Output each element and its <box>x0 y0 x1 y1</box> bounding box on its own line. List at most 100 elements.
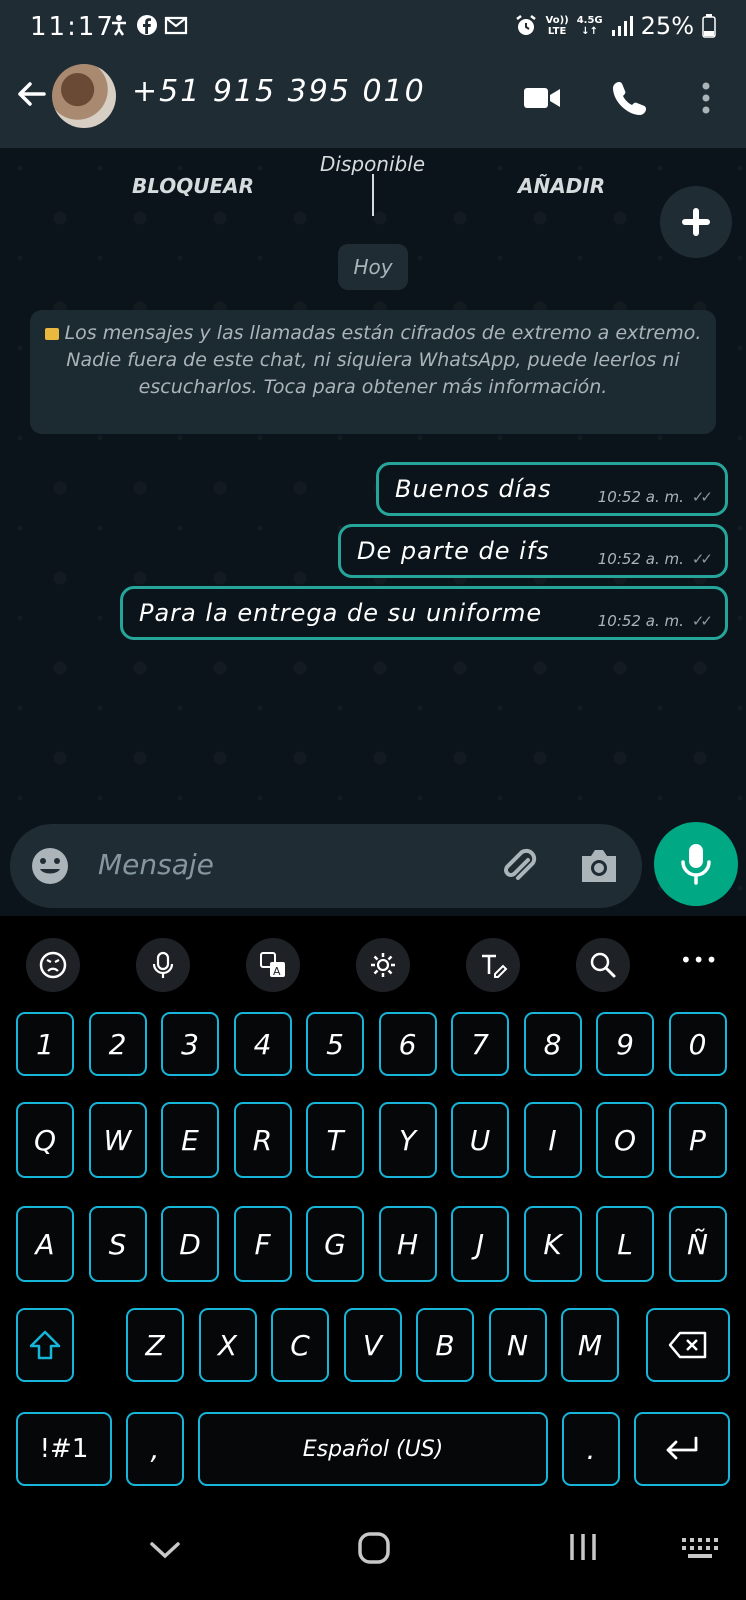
key-n[interactable]: N <box>488 1308 547 1382</box>
block-button[interactable]: BLOQUEAR <box>132 174 254 198</box>
settings-key[interactable] <box>356 938 410 992</box>
avatar[interactable] <box>52 64 116 128</box>
key-v[interactable]: V <box>343 1308 402 1382</box>
key-j[interactable]: J <box>451 1206 509 1282</box>
home-icon[interactable] <box>356 1530 392 1566</box>
read-ticks-icon: ✓✓ <box>691 488 713 506</box>
navigation-bar <box>0 1516 746 1600</box>
contact-status: Disponible <box>320 152 426 176</box>
message-time: 10:52 a. m. <box>597 488 684 506</box>
key-l[interactable]: L <box>596 1206 654 1282</box>
add-plus-icon[interactable] <box>660 186 732 258</box>
more-options-icon[interactable] <box>686 78 726 118</box>
key-r[interactable]: R <box>233 1102 292 1178</box>
attach-icon[interactable] <box>498 846 540 888</box>
key-q[interactable]: Q <box>16 1102 74 1178</box>
message-bubble[interactable]: Para la entrega de su uniforme 10:52 a. … <box>120 586 728 640</box>
read-ticks-icon: ✓✓ <box>691 550 713 568</box>
emoji-icon[interactable] <box>30 846 70 886</box>
video-call-icon[interactable] <box>522 78 562 118</box>
key-5[interactable]: 5 <box>306 1012 364 1076</box>
period-key[interactable]: . <box>562 1412 620 1486</box>
accessibility-icon <box>112 15 126 36</box>
key-o[interactable]: O <box>596 1102 654 1178</box>
translate-icon: A <box>260 952 285 978</box>
camera-icon[interactable] <box>578 846 620 886</box>
key-6[interactable]: 6 <box>378 1012 437 1076</box>
key-d[interactable]: D <box>161 1206 219 1282</box>
space-bar[interactable]: Español (US) <box>198 1412 548 1486</box>
key-k[interactable]: K <box>523 1206 582 1282</box>
key-8[interactable]: 8 <box>523 1012 582 1076</box>
battery-icon <box>702 14 716 38</box>
recent-apps-icon[interactable] <box>566 1530 600 1564</box>
text-pen-icon <box>482 954 508 978</box>
enter-key[interactable] <box>634 1412 730 1486</box>
key-0[interactable]: 0 <box>668 1012 727 1076</box>
handwriting-key[interactable] <box>466 938 520 992</box>
key-y[interactable]: Y <box>378 1102 437 1178</box>
enter-arrow-icon <box>666 1436 698 1460</box>
shift-key[interactable] <box>16 1308 74 1382</box>
key-e[interactable]: E <box>161 1102 219 1178</box>
contact-name[interactable]: +51 915 395 010 <box>132 74 426 109</box>
key-i[interactable]: I <box>523 1102 582 1178</box>
voice-message-button[interactable] <box>654 822 738 906</box>
message-time: 10:52 a. m. <box>597 550 684 568</box>
keyboard-toggle-icon[interactable] <box>680 1536 720 1562</box>
banner-divider <box>372 174 374 216</box>
more-toolbar-icon[interactable]: ••• <box>680 948 718 972</box>
chat-header: +51 915 395 010 <box>0 56 746 148</box>
key-ñ[interactable]: Ñ <box>668 1206 727 1282</box>
translate-key[interactable]: A <box>246 938 300 992</box>
encryption-notice[interactable]: Los mensajes y las llamadas están cifrad… <box>30 310 716 434</box>
chat-area[interactable]: Disponible BLOQUEAR AÑADIR Hoy Los mensa… <box>0 148 746 916</box>
symbols-key[interactable]: !#1 <box>16 1412 112 1486</box>
key-3[interactable]: 3 <box>161 1012 219 1076</box>
key-f[interactable]: F <box>233 1206 292 1282</box>
key-1[interactable]: 1 <box>16 1012 74 1076</box>
key-a[interactable]: A <box>16 1206 74 1282</box>
key-w[interactable]: W <box>88 1102 147 1178</box>
voice-input-key[interactable] <box>136 938 190 992</box>
key-b[interactable]: B <box>416 1308 474 1382</box>
search-key[interactable] <box>576 938 630 992</box>
back-arrow-icon[interactable] <box>14 76 50 112</box>
key-7[interactable]: 7 <box>451 1012 509 1076</box>
key-2[interactable]: 2 <box>88 1012 147 1076</box>
key-p[interactable]: P <box>668 1102 727 1178</box>
key-s[interactable]: S <box>88 1206 147 1282</box>
voice-call-icon[interactable] <box>610 78 650 118</box>
key-g[interactable]: G <box>306 1206 364 1282</box>
comma-key[interactable]: , <box>126 1412 184 1486</box>
angry-face-icon <box>39 951 67 979</box>
key-t[interactable]: T <box>306 1102 364 1178</box>
key-c[interactable]: C <box>271 1308 329 1382</box>
emoji-key[interactable] <box>26 938 80 992</box>
add-contact-button[interactable]: AÑADIR <box>518 174 605 198</box>
lock-icon <box>44 328 59 340</box>
message-input[interactable]: Mensaje <box>10 824 642 908</box>
encryption-notice-text: Los mensajes y las llamadas están cifrad… <box>64 322 702 398</box>
key-z[interactable]: Z <box>126 1308 184 1382</box>
battery-percent: 25% <box>640 12 694 40</box>
network-type-indicator: 4.5G ↓↑ <box>576 15 603 37</box>
key-4[interactable]: 4 <box>233 1012 292 1076</box>
backspace-key[interactable] <box>646 1308 730 1382</box>
key-h[interactable]: H <box>378 1206 437 1282</box>
signal-icon <box>611 16 633 36</box>
gmail-icon <box>164 16 188 35</box>
backspace-icon <box>668 1331 707 1359</box>
key-9[interactable]: 9 <box>596 1012 654 1076</box>
message-placeholder: Mensaje <box>98 848 214 881</box>
message-text: Para la entrega de su uniforme <box>139 599 543 627</box>
message-bubble[interactable]: De parte de ifs 10:52 a. m. ✓✓ <box>338 524 728 578</box>
message-bubble[interactable]: Buenos días 10:52 a. m. ✓✓ <box>376 462 728 516</box>
key-x[interactable]: X <box>198 1308 257 1382</box>
read-ticks-icon: ✓✓ <box>691 612 713 630</box>
gear-icon <box>371 953 395 977</box>
chevron-down-icon[interactable] <box>148 1538 182 1562</box>
key-m[interactable]: M <box>561 1308 619 1382</box>
notification-icons <box>108 14 188 36</box>
key-u[interactable]: U <box>451 1102 509 1178</box>
